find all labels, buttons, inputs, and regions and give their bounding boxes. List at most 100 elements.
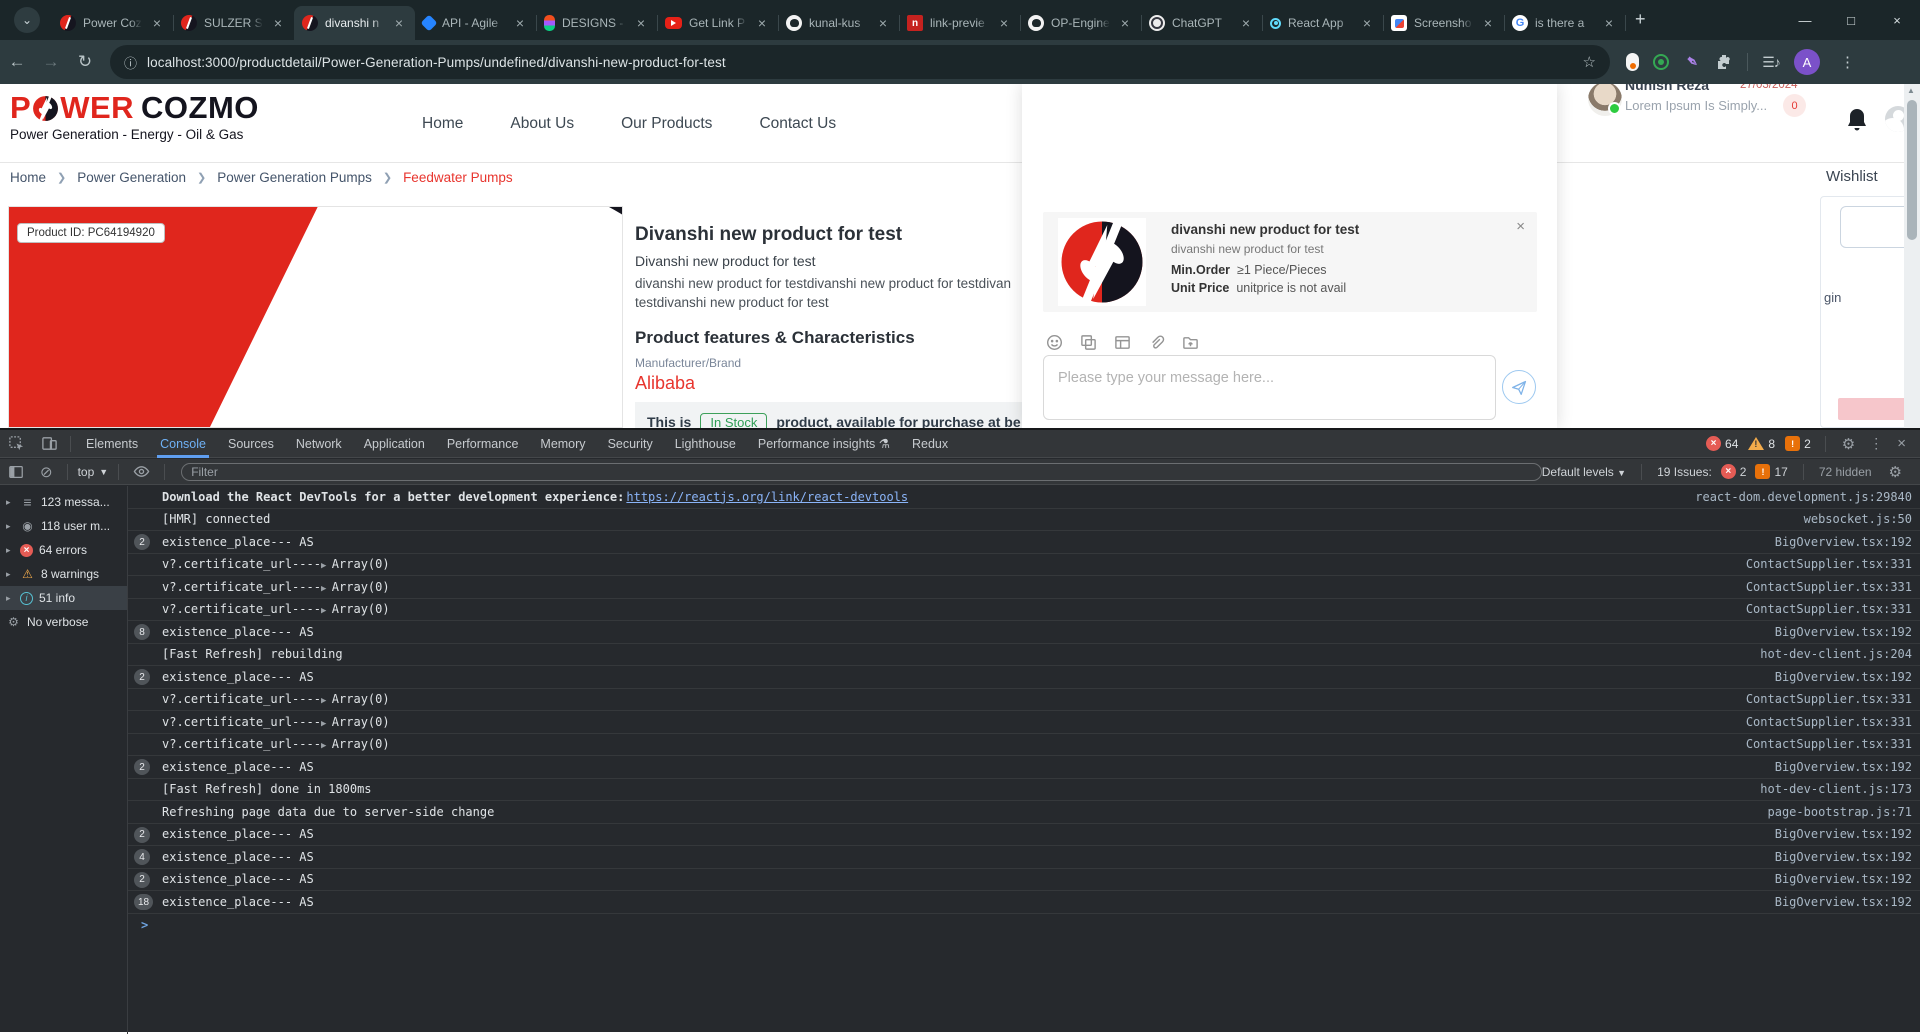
scroll-up-icon[interactable]: ▲ [1907,86,1915,95]
source-location-link[interactable]: ContactSupplier.tsx:331 [1726,715,1912,729]
console-link[interactable]: https://reactjs.org/link/react-devtools [626,490,908,504]
console-row[interactable]: 2 existence_place--- AS BigOverview.tsx:… [128,666,1920,689]
source-location-link[interactable]: BigOverview.tsx:192 [1755,827,1912,841]
console-row[interactable]: [Fast Refresh] rebuilding hot-dev-client… [128,644,1920,667]
console-prompt[interactable]: > [128,914,1920,936]
tab-close-icon[interactable]: × [754,15,770,31]
source-location-link[interactable]: BigOverview.tsx:192 [1755,760,1912,774]
tab-close-icon[interactable]: × [512,15,528,31]
array-expander[interactable]: Array(0) [321,557,390,571]
issues-error-count[interactable]: ×2 [1721,464,1747,479]
breadcrumb-item[interactable]: Feedwater Pumps [403,170,513,185]
browser-tab[interactable]: SULZER Su × [173,6,294,40]
tab-close-icon[interactable]: × [1238,15,1254,31]
browser-profile-avatar[interactable]: A [1794,49,1820,75]
tab-close-icon[interactable]: × [1117,15,1133,31]
minimize-button[interactable]: — [1782,0,1828,40]
devtools-close-icon[interactable]: × [1897,435,1906,452]
source-location-link[interactable]: ContactSupplier.tsx:331 [1726,602,1912,616]
reload-icon[interactable]: ↻ [68,52,102,72]
tab-search-button[interactable]: ⌄ [14,7,40,33]
tab-close-icon[interactable]: × [391,15,407,31]
browser-tab[interactable]: kunal-kus × [778,6,899,40]
chat-card-close-icon[interactable]: × [1516,218,1525,235]
devtools-menu-icon[interactable]: ⋮ [1869,435,1883,452]
tab-close-icon[interactable]: × [875,15,891,31]
send-message-button[interactable] [1502,370,1536,404]
console-sidebar-item[interactable]: ▸ 64 errors [0,538,127,562]
console-sidebar-item[interactable]: ▸ 8 warnings [0,562,127,586]
console-row[interactable]: v?.certificate_url---- Array(0) ContactS… [128,599,1920,622]
inspect-element-icon[interactable] [8,435,25,452]
folder-upload-icon[interactable] [1182,334,1199,351]
extension-feather-icon[interactable]: ✒ [1679,49,1704,74]
extension-icon[interactable] [1653,54,1669,70]
source-location-link[interactable]: ContactSupplier.tsx:331 [1726,737,1912,751]
console-row[interactable]: Download the React DevTools for a better… [128,486,1920,509]
address-bar[interactable]: ⓘ localhost:3000/productdetail/Power-Gen… [110,45,1610,79]
message-preview[interactable]: Lorem Ipsum Is Simply... [1625,98,1767,113]
devtools-settings-icon[interactable]: ⚙ [1842,435,1855,453]
console-sidebar-item[interactable]: ▸ 118 user m... [0,514,127,538]
issues-count[interactable]: 2 [1785,436,1811,451]
forward-icon[interactable]: → [34,52,68,72]
browser-menu-icon[interactable]: ⋮ [1840,53,1855,71]
browser-tab[interactable]: API - Agile × [415,6,536,40]
browser-tab[interactable]: link-previe × [899,6,1020,40]
brand-name[interactable]: Alibaba [635,373,695,394]
browser-tab[interactable]: Screensho × [1383,6,1504,40]
browser-tab[interactable]: DESIGNS - × [536,6,657,40]
console-sidebar-toggle-icon[interactable] [8,464,24,480]
source-location-link[interactable]: BigOverview.tsx:192 [1755,670,1912,684]
devtools-tab[interactable]: Security [597,430,664,458]
issues-label[interactable]: 19 Issues: [1657,465,1712,479]
extension-icon[interactable] [1626,53,1639,71]
devtools-tab[interactable]: Lighthouse [664,430,747,458]
expand-caret-icon[interactable]: ▸ [6,593,14,604]
site-info-icon[interactable]: ⓘ [124,53,137,72]
browser-tab[interactable]: OP-Engine × [1020,6,1141,40]
source-location-link[interactable]: page-bootstrap.js:71 [1748,805,1913,819]
browser-tab[interactable]: is there a × [1504,6,1625,40]
devtools-tab[interactable]: Elements [75,430,149,458]
bookmark-star-icon[interactable]: ☆ [1583,53,1596,71]
error-count[interactable]: ×64 [1706,436,1738,451]
console-row[interactable]: 2 existence_place--- AS BigOverview.tsx:… [128,869,1920,892]
source-location-link[interactable]: ContactSupplier.tsx:331 [1726,580,1912,594]
back-icon[interactable]: ← [0,52,34,72]
devtools-tab[interactable]: Redux [901,430,959,458]
console-row[interactable]: v?.certificate_url---- Array(0) ContactS… [128,734,1920,757]
chat-message-input[interactable]: Please type your message here... [1043,355,1496,420]
warning-count[interactable]: 8 [1748,437,1775,451]
source-location-link[interactable]: BigOverview.tsx:192 [1755,872,1912,886]
array-expander[interactable]: Array(0) [321,737,390,751]
page-scrollbar[interactable]: ▲ [1904,84,1920,428]
tab-close-icon[interactable]: × [1601,15,1617,31]
extensions-puzzle-icon[interactable] [1715,53,1733,71]
wishlist-link[interactable]: Wishlist [1826,168,1878,185]
breadcrumb-item[interactable]: Home [10,170,46,185]
devtools-tab[interactable]: Performance insights ⚗ [747,430,901,458]
devtools-tab[interactable]: Memory [529,430,596,458]
issues-warning-count[interactable]: 17 [1755,464,1787,479]
browser-tab[interactable]: React App × [1262,6,1383,40]
source-location-link[interactable]: BigOverview.tsx:192 [1755,895,1912,909]
breadcrumb-item[interactable]: Power Generation Pumps [217,170,372,185]
source-location-link[interactable]: BigOverview.tsx:192 [1755,535,1912,549]
console-sidebar-item[interactable]: No verbose [0,610,127,634]
console-row[interactable]: v?.certificate_url---- Array(0) ContactS… [128,554,1920,577]
browser-tab[interactable]: Power Coz × [52,6,173,40]
tab-close-icon[interactable]: × [1480,15,1496,31]
array-expander[interactable]: Array(0) [321,580,390,594]
devtools-tab[interactable]: Application [353,430,436,458]
console-row[interactable]: 18 existence_place--- AS BigOverview.tsx… [128,891,1920,914]
breadcrumb-item[interactable]: Power Generation [77,170,186,185]
expand-caret-icon[interactable]: ▸ [6,497,14,508]
array-expander[interactable]: Array(0) [321,602,390,616]
console-row[interactable]: Refreshing page data due to server-side … [128,801,1920,824]
devtools-tab[interactable]: Network [285,430,353,458]
browser-tab[interactable]: Get Link P × [657,6,778,40]
source-location-link[interactable]: ContactSupplier.tsx:331 [1726,557,1912,571]
console-row[interactable]: 8 existence_place--- AS BigOverview.tsx:… [128,621,1920,644]
source-location-link[interactable]: BigOverview.tsx:192 [1755,850,1912,864]
